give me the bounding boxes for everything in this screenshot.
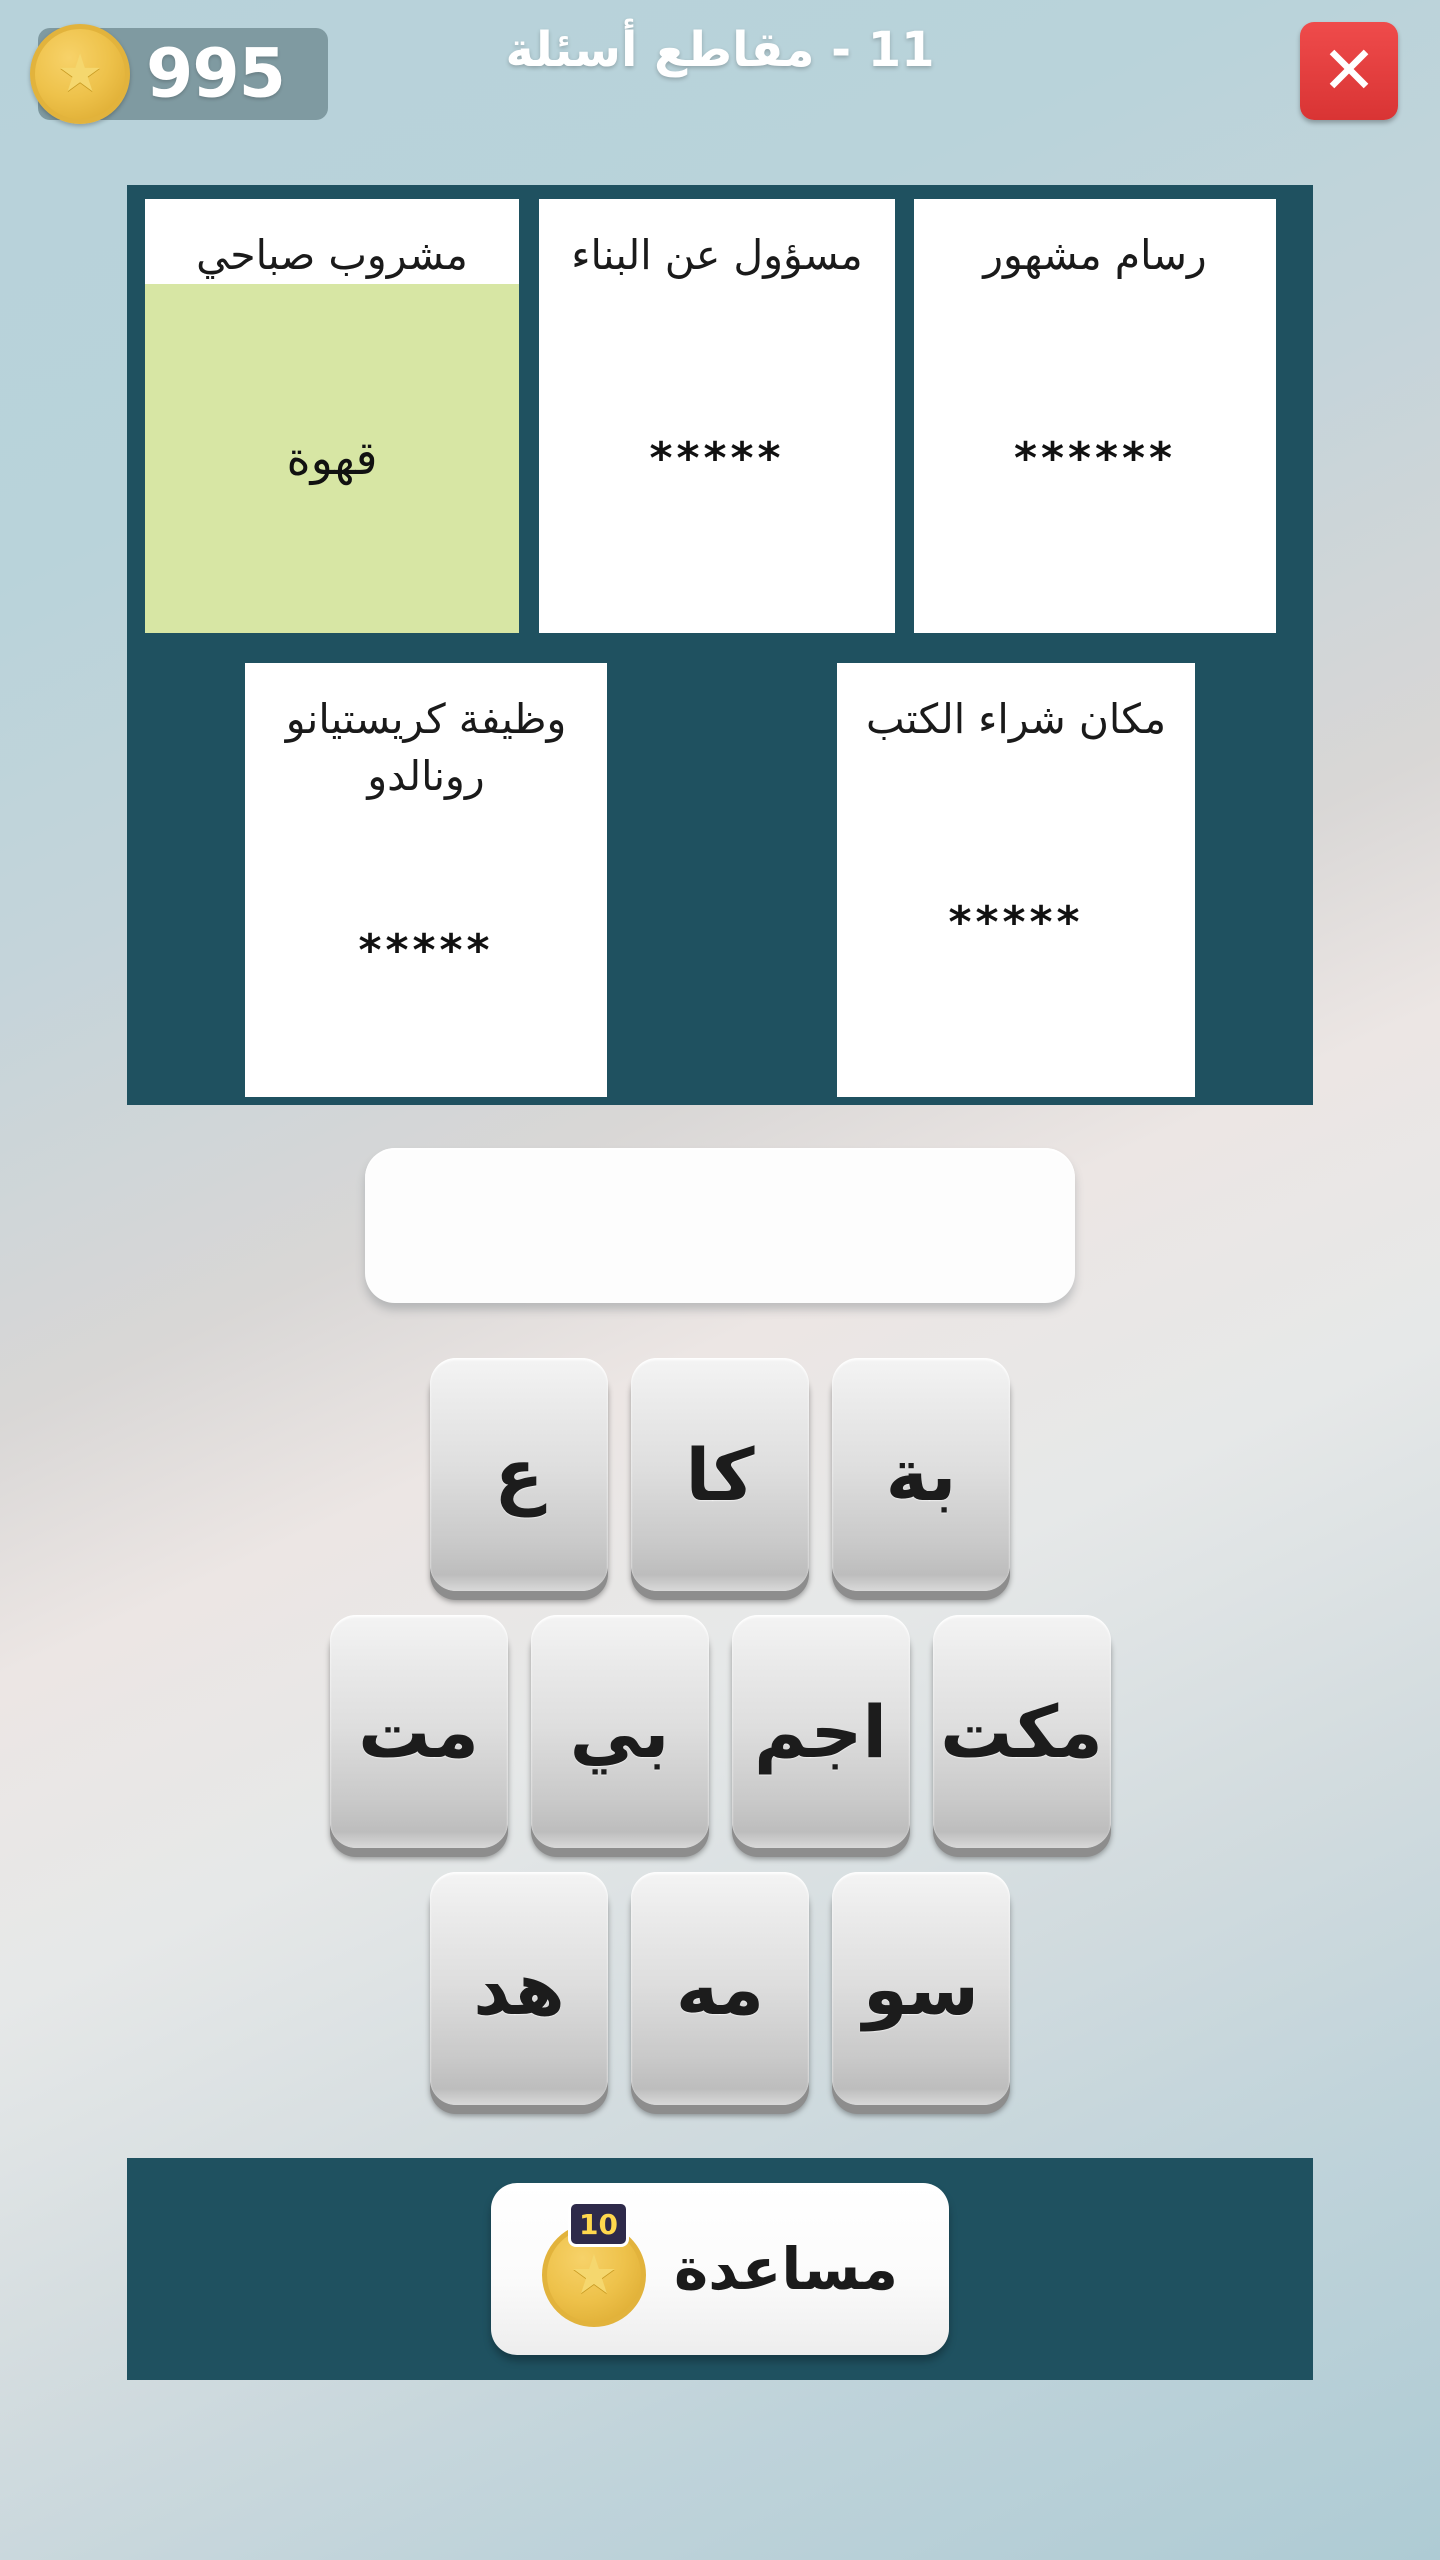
key-tile[interactable]: هد [430, 1872, 608, 2105]
key-tile[interactable]: بي [530, 1615, 709, 1848]
answer-text: ****** [1013, 432, 1177, 484]
answer-text: قهوة [286, 431, 378, 486]
question-prompt: وظيفة كريستيانو رونالدو [285, 695, 567, 800]
help-cost-badge: ★ 10 [541, 2201, 650, 2327]
question-prompt: مشروب صباحي [196, 231, 468, 279]
key-tile[interactable]: مه [631, 1872, 809, 2105]
question-board: مشروب صباحي قهوة مسؤول عن البناء ***** ر… [127, 185, 1313, 1105]
close-icon: ✕ [1321, 32, 1377, 109]
question-card[interactable]: وظيفة كريستيانو رونالدو ***** [245, 663, 607, 1097]
answer-zone: ****** [914, 284, 1276, 633]
star-glyph: ★ [569, 2243, 619, 2306]
help-bar: مساعدة ★ 10 [127, 2158, 1313, 2380]
key-tile[interactable]: اجم [731, 1615, 910, 1848]
key-tile[interactable]: ع [430, 1358, 608, 1591]
question-card[interactable]: مكان شراء الكتب ***** [837, 663, 1195, 1097]
syllable-keyboard: ع كا بة مت بي اجم مكت هد مه سو [0, 1358, 1440, 2148]
answer-zone: ***** [539, 284, 895, 633]
answer-text: ***** [948, 896, 1084, 948]
question-card[interactable]: رسام مشهور ****** [914, 199, 1276, 633]
question-prompt: رسام مشهور [983, 231, 1207, 279]
keyboard-row: هد مه سو [0, 1872, 1440, 2105]
key-tile[interactable]: سو [832, 1872, 1010, 2105]
question-prompt: مسؤول عن البناء [571, 231, 863, 279]
help-cost-value: 10 [567, 2201, 629, 2247]
help-button-label: مساعدة [673, 2235, 899, 2303]
question-prompt: مكان شراء الكتب [865, 695, 1167, 743]
key-tile[interactable]: مكت [932, 1615, 1111, 1848]
help-button[interactable]: مساعدة ★ 10 [491, 2183, 949, 2355]
key-tile[interactable]: مت [329, 1615, 508, 1848]
answer-input-value [365, 1148, 1075, 1303]
key-tile[interactable]: بة [832, 1358, 1010, 1591]
answer-zone: ***** [245, 804, 607, 1097]
question-card[interactable]: مسؤول عن البناء ***** [539, 199, 895, 633]
answer-text: ***** [358, 925, 494, 977]
question-card[interactable]: مشروب صباحي قهوة [145, 199, 519, 633]
key-tile[interactable]: كا [631, 1358, 809, 1591]
answer-text: ***** [649, 432, 785, 484]
answer-zone: قهوة [145, 283, 519, 633]
level-title: 11 - مقاطع أسئلة [505, 22, 935, 78]
answer-zone: ***** [837, 748, 1195, 1097]
keyboard-row: مت بي اجم مكت [0, 1615, 1440, 1848]
answer-input-slot[interactable] [365, 1148, 1075, 1303]
keyboard-row: ع كا بة [0, 1358, 1440, 1591]
close-button[interactable]: ✕ [1300, 22, 1398, 120]
app-header: ★ 995 11 - مقاطع أسئلة ✕ [0, 0, 1440, 148]
